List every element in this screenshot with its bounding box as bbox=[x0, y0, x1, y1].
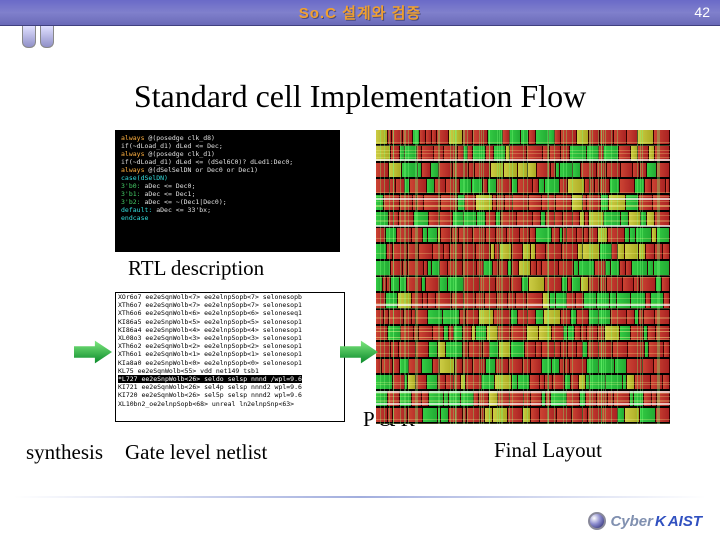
footer-divider bbox=[14, 496, 706, 498]
rtl-label: RTL description bbox=[128, 256, 264, 281]
rtl-code-image: always @(posedge clk_d8) if(~dLoad_d1) d… bbox=[115, 130, 340, 252]
arrow-icon bbox=[340, 340, 378, 364]
gate-level-label: Gate level netlist bbox=[125, 440, 267, 465]
logo-k: K bbox=[655, 513, 666, 530]
slide-title: Standard cell Implementation Flow bbox=[0, 78, 720, 115]
page-number: 42 bbox=[694, 4, 710, 20]
netlist-image: XOr6o7 ee2eSqnWolb<7> ee2elnpSopb<7> sel… bbox=[115, 292, 345, 422]
logo-aist: AIST bbox=[668, 513, 702, 530]
tab-decoration bbox=[22, 26, 36, 48]
decorative-tabs bbox=[22, 26, 54, 48]
course-title: So.C 설계와 검증 bbox=[299, 2, 422, 23]
tab-decoration bbox=[40, 26, 54, 48]
synthesis-label: synthesis bbox=[26, 440, 103, 465]
logo-orb-icon bbox=[588, 512, 606, 530]
cyber-kaist-logo: Cyber KAIST bbox=[588, 512, 702, 530]
final-layout-label: Final Layout bbox=[494, 438, 602, 463]
slide-header: So.C 설계와 검증 42 bbox=[0, 0, 720, 26]
arrow-icon bbox=[74, 340, 112, 364]
layout-image bbox=[376, 130, 670, 424]
logo-prefix: Cyber bbox=[610, 513, 653, 530]
